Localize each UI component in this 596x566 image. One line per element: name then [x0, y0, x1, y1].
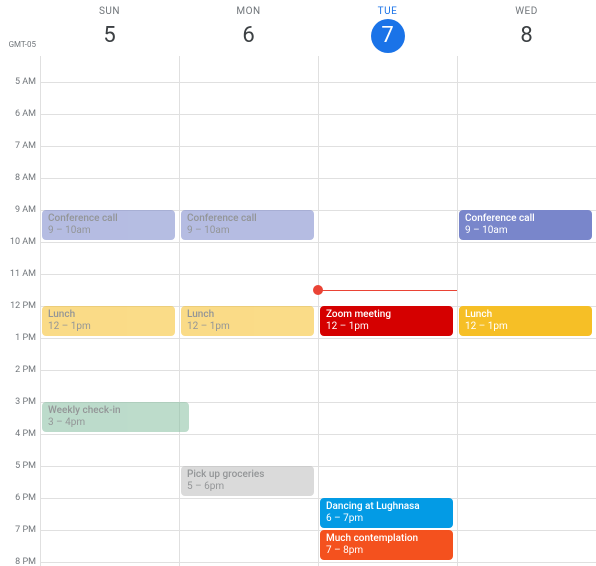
event-title: Pick up groceries	[187, 469, 308, 481]
hour-label: 5 AM	[15, 77, 36, 87]
event-title: Conference call	[465, 213, 586, 225]
time-gutter: GMT-05 5 AM 6 AM 7 AM 8 AM 9 AM 10 AM 11 AM 12 …	[0, 0, 40, 566]
event-time: 12 – 1pm	[187, 321, 308, 333]
hour-label: 6 PM	[15, 493, 36, 503]
day-header[interactable]: SUN 5	[40, 0, 179, 56]
event-time: 3 – 4pm	[48, 417, 183, 429]
calendar-event[interactable]: Lunch12 – 1pm	[181, 306, 314, 336]
hour-label: 11 AM	[10, 269, 36, 279]
calendar-event[interactable]: Lunch12 – 1pm	[459, 306, 592, 336]
day-header[interactable]: MON 6	[179, 0, 318, 56]
day-number[interactable]: 6	[232, 19, 266, 53]
day-header[interactable]: WED 8	[457, 0, 596, 56]
event-title: Conference call	[187, 213, 308, 225]
event-time: 12 – 1pm	[465, 321, 586, 333]
event-title: Lunch	[48, 309, 169, 321]
now-indicator-dot	[313, 285, 323, 295]
calendar-week-view: GMT-05 5 AM 6 AM 7 AM 8 AM 9 AM 10 AM 11 AM 12 …	[0, 0, 596, 566]
calendar-event[interactable]: Zoom meeting12 – 1pm	[320, 306, 453, 336]
event-time: 12 – 1pm	[326, 321, 447, 333]
day-of-week-label: MON	[179, 6, 318, 17]
calendar-event[interactable]: Conference call9 – 10am	[459, 210, 592, 240]
day-of-week-label: SUN	[40, 6, 179, 17]
calendar-event[interactable]: Pick up groceries5 – 6pm	[181, 466, 314, 496]
day-headers: SUN 5 MON 6 TUE 7 WED 8	[40, 0, 596, 56]
event-title: Zoom meeting	[326, 309, 447, 321]
calendar-event[interactable]: Much contemplation7 – 8pm	[320, 530, 453, 560]
now-indicator-line	[318, 290, 457, 291]
hour-label: 12 PM	[10, 301, 36, 311]
hour-label: 3 PM	[15, 397, 36, 407]
event-title: Lunch	[187, 309, 308, 321]
event-time: 9 – 10am	[465, 225, 586, 237]
hour-label: 10 AM	[10, 237, 36, 247]
event-time: 7 – 8pm	[326, 545, 447, 557]
event-title: Weekly check-in	[48, 405, 183, 417]
event-title: Lunch	[465, 309, 586, 321]
hour-label: 8 AM	[15, 173, 36, 183]
day-number[interactable]: 8	[510, 19, 544, 53]
hour-label: 2 PM	[15, 365, 36, 375]
hour-label: 7 AM	[15, 141, 36, 151]
hour-label: 1 PM	[15, 333, 36, 343]
hour-label: 7 PM	[15, 525, 36, 535]
event-title: Dancing at Lughnasa	[326, 501, 447, 513]
event-time: 5 – 6pm	[187, 481, 308, 493]
event-time: 9 – 10am	[48, 225, 169, 237]
day-number[interactable]: 7	[371, 19, 405, 53]
event-title: Much contemplation	[326, 533, 447, 545]
day-of-week-label: WED	[457, 6, 596, 17]
calendar-event[interactable]: Weekly check-in3 – 4pm	[42, 402, 189, 432]
hour-label: 9 AM	[15, 205, 36, 215]
event-time: 6 – 7pm	[326, 513, 447, 525]
calendar-event[interactable]: Conference call9 – 10am	[181, 210, 314, 240]
day-of-week-label: TUE	[318, 6, 457, 17]
hour-label: 8 PM	[15, 557, 36, 566]
timezone-label: GMT-05	[9, 40, 36, 49]
event-time: 12 – 1pm	[48, 321, 169, 333]
event-title: Conference call	[48, 213, 169, 225]
day-number[interactable]: 5	[93, 19, 127, 53]
day-header[interactable]: TUE 7	[318, 0, 457, 56]
hour-label: 6 AM	[15, 109, 36, 119]
calendar-event[interactable]: Lunch12 – 1pm	[42, 306, 175, 336]
hour-label: 5 PM	[15, 461, 36, 471]
hour-label: 4 PM	[15, 429, 36, 439]
calendar-grid[interactable]: Conference call9 – 10amLunch12 – 1pmWeek…	[40, 56, 596, 566]
calendar-event[interactable]: Conference call9 – 10am	[42, 210, 175, 240]
event-time: 9 – 10am	[187, 225, 308, 237]
calendar-event[interactable]: Dancing at Lughnasa6 – 7pm	[320, 498, 453, 528]
